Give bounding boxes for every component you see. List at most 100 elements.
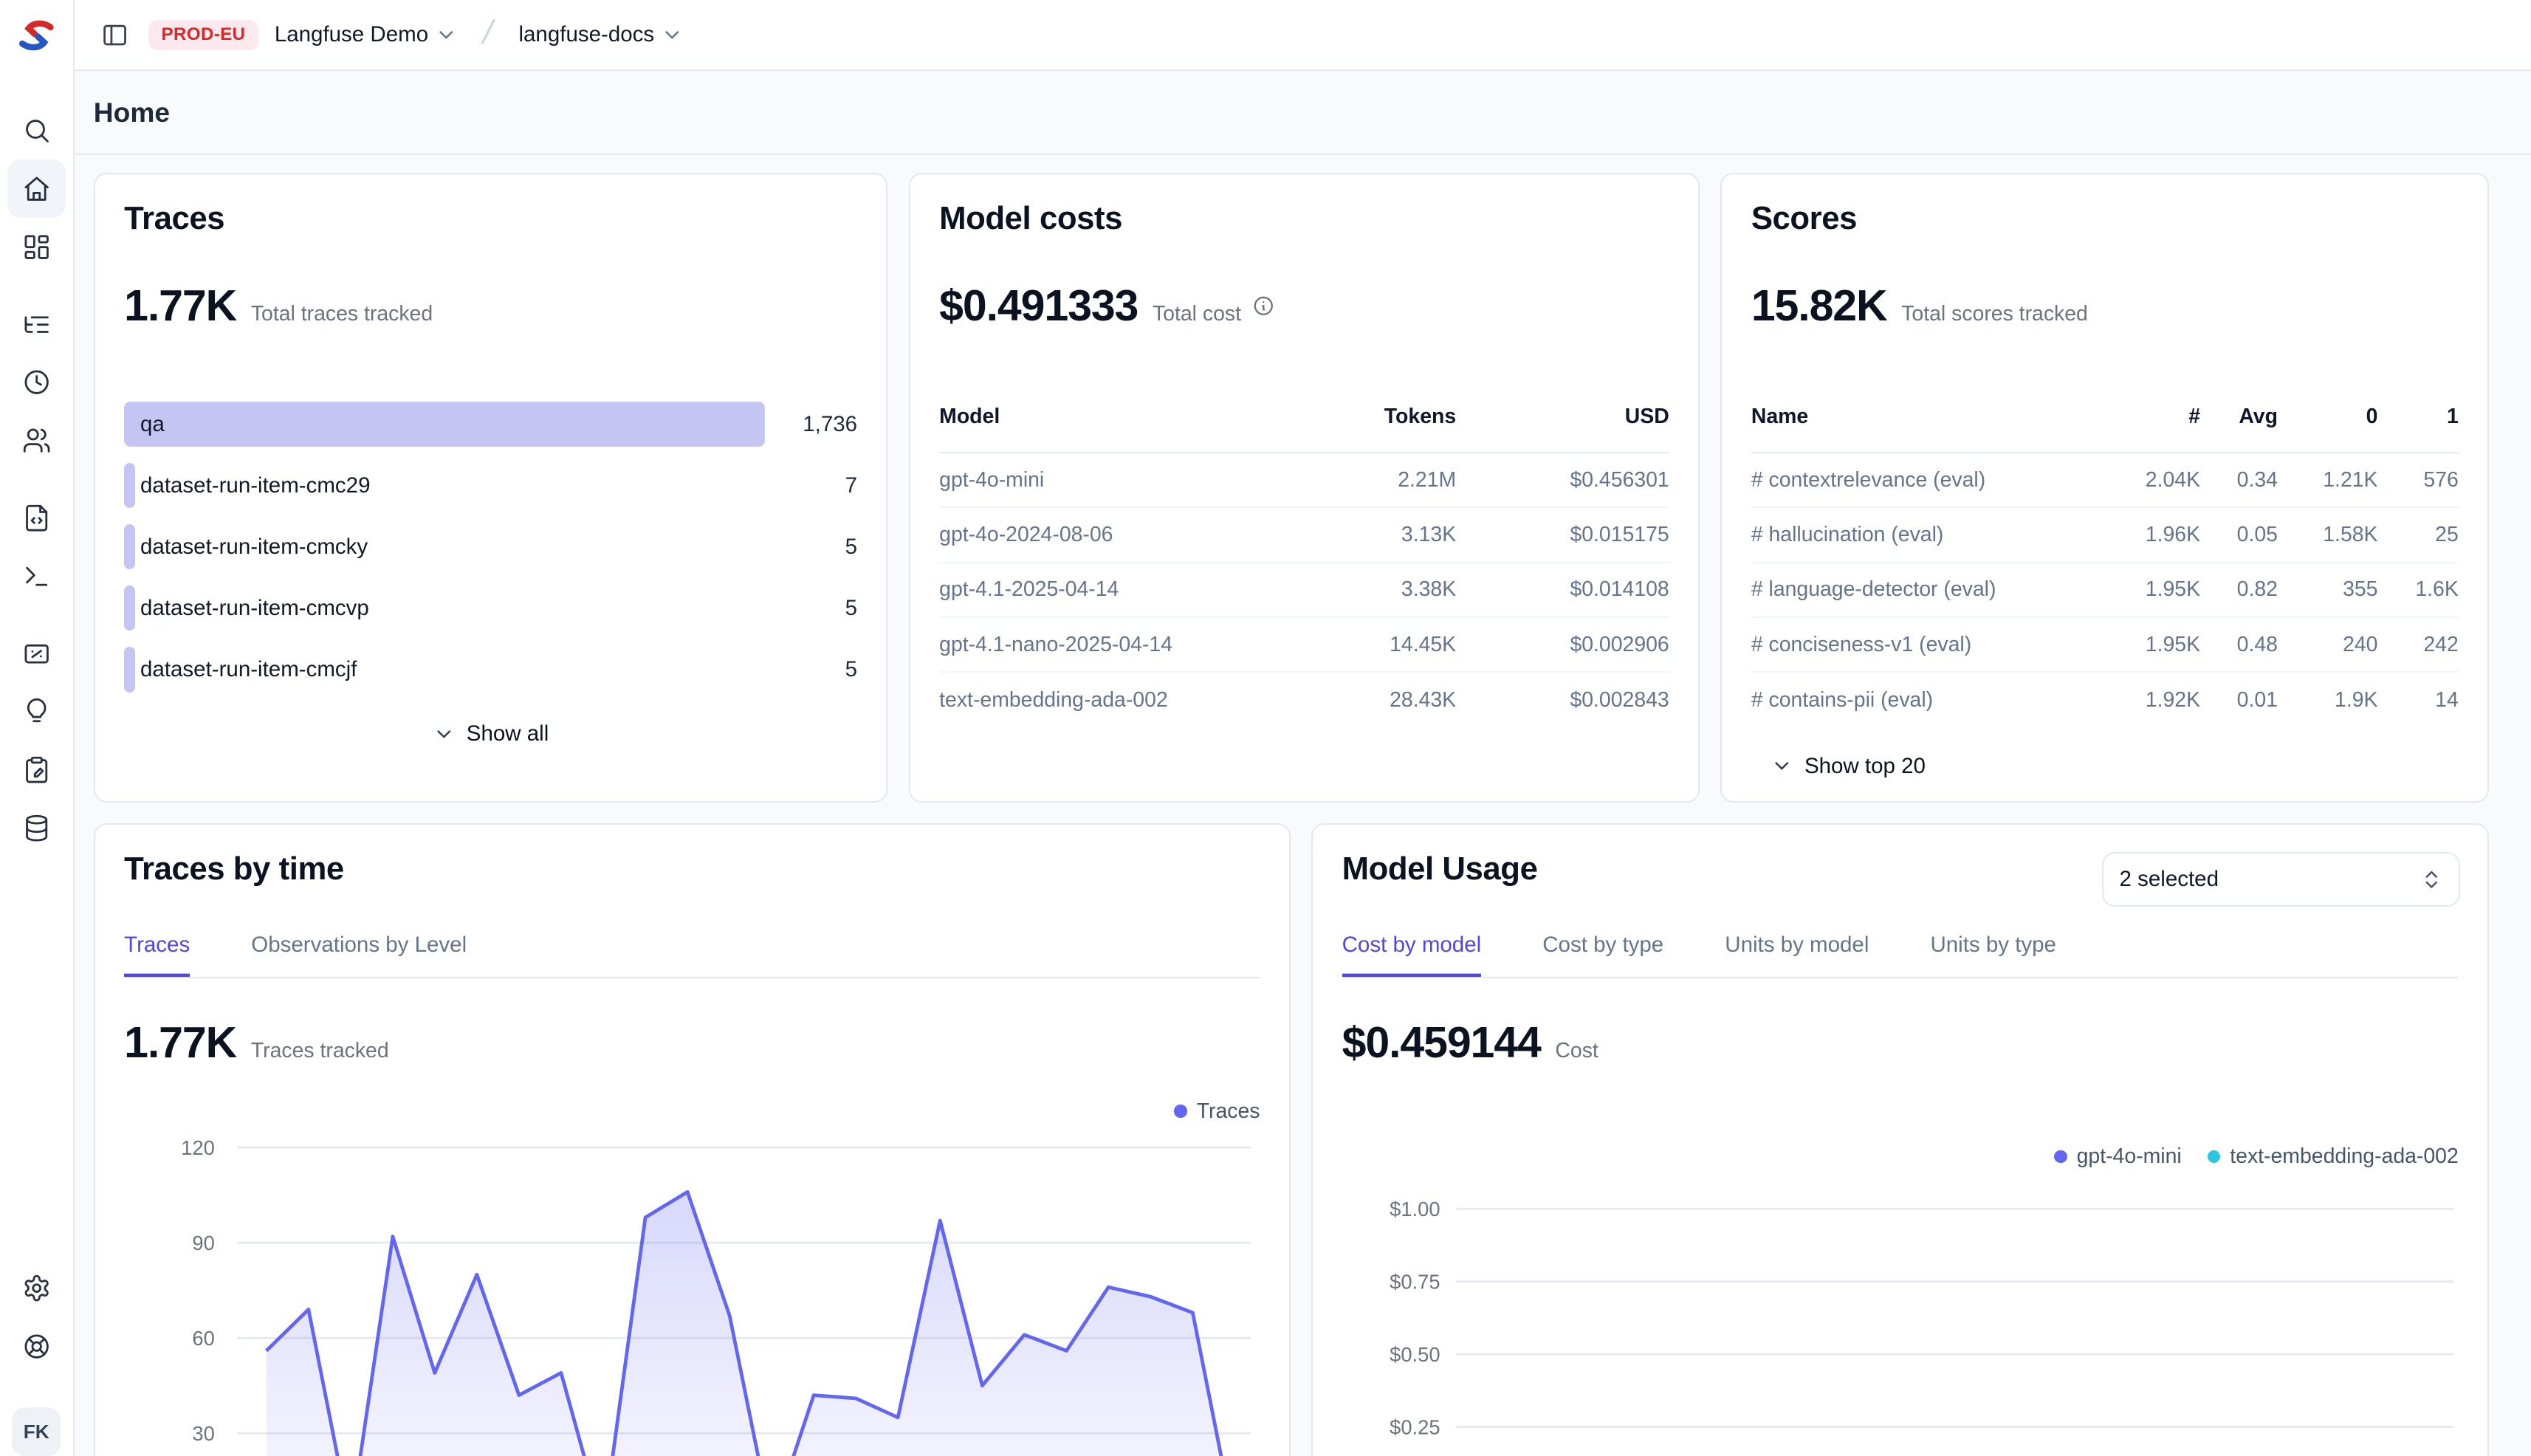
top-header: PROD-EU Langfuse Demo langfuse-docs	[75, 0, 2531, 71]
table-row: # contains-pii (eval)1.92K0.011.9K14	[1751, 673, 2459, 727]
model-usage-chart: $1.00$0.75$0.50$0.25	[1340, 1180, 2470, 1456]
svg-text:$1.00: $1.00	[1390, 1198, 1440, 1220]
content-area: Traces 1.77K Total traces tracked qa1,73…	[75, 155, 2531, 1456]
model-usage-card: Model Usage 2 selected Cost by modelCost…	[1311, 823, 2489, 1456]
trace-bar-row[interactable]: dataset-run-item-cmcky5	[124, 524, 857, 569]
table-row: # conciseness-v1 (eval)1.95K0.48240242	[1751, 618, 2459, 673]
legend-dot-icon	[2054, 1150, 2067, 1163]
scores-card: Scores 15.82K Total scores tracked Name#…	[1720, 173, 2489, 803]
main-column: PROD-EU Langfuse Demo langfuse-docs Home	[75, 0, 2531, 1456]
traces-total: 1.77K	[124, 281, 236, 331]
svg-text:120: 120	[181, 1136, 215, 1159]
traces-card-title: Traces	[124, 200, 857, 237]
sidebar-toggle-icon[interactable]	[97, 17, 132, 52]
environment-badge[interactable]: PROD-EU	[148, 20, 258, 50]
model-select-dropdown[interactable]: 2 selected	[2102, 852, 2460, 907]
column-header: #	[2094, 405, 2200, 429]
trace-bar-row[interactable]: dataset-run-item-cmcjf5	[124, 647, 857, 692]
table-row: text-embedding-ada-00228.43K$0.002843	[939, 673, 1669, 727]
tracing-icon[interactable]	[7, 295, 66, 354]
playground-icon[interactable]	[7, 547, 66, 605]
search-icon[interactable]	[7, 102, 66, 160]
traces-tracked-label: Traces tracked	[251, 1039, 389, 1063]
sessions-icon[interactable]	[7, 354, 66, 412]
tab-cost-by-type[interactable]: Cost by type	[1542, 918, 1663, 977]
model-select-value: 2 selected	[2120, 867, 2420, 892]
breadcrumb-org[interactable]: Langfuse Demo	[275, 22, 458, 47]
trace-bar-row[interactable]: dataset-run-item-cmc297	[124, 463, 857, 508]
table-row: gpt-4o-2024-08-063.13K$0.015175	[939, 508, 1669, 563]
tab-cost-by-model[interactable]: Cost by model	[1342, 918, 1482, 977]
scores-total: 15.82K	[1751, 281, 1887, 331]
show-all-button[interactable]: Show all	[124, 721, 857, 746]
column-header: Name	[1751, 405, 2094, 429]
legend-item: text-embedding-ada-002	[2208, 1144, 2459, 1169]
traces-card: Traces 1.77K Total traces tracked qa1,73…	[94, 173, 888, 803]
traces-by-time-chart: 120 90 60 30	[121, 1128, 1267, 1456]
column-header: USD	[1456, 405, 1669, 429]
table-row: # language-detector (eval)1.95K0.823551.…	[1751, 563, 2459, 618]
svg-text:$0.50: $0.50	[1390, 1343, 1440, 1366]
chevron-down-icon	[435, 24, 458, 47]
sidebar-nav	[7, 102, 66, 857]
org-name: Langfuse Demo	[275, 22, 428, 47]
breadcrumb-project[interactable]: langfuse-docs	[518, 22, 683, 47]
model-costs-card: Model costs $0.491333 Total cost ModelTo…	[909, 173, 1700, 803]
traces-chart-legend: Traces	[1174, 1099, 1260, 1124]
traces-tracked-value: 1.77K	[124, 1017, 236, 1068]
model-costs-title: Model costs	[939, 200, 1669, 237]
column-header: Avg	[2200, 405, 2278, 429]
project-name: langfuse-docs	[518, 22, 654, 47]
trace-bar-row[interactable]: qa1,736	[124, 402, 857, 447]
scores-table: Name#Avg01 # contextrelevance (eval)2.04…	[1751, 405, 2459, 727]
show-top-20-button[interactable]: Show top 20	[1751, 754, 2459, 779]
settings-icon[interactable]	[7, 1259, 66, 1317]
svg-text:90: 90	[192, 1232, 214, 1254]
svg-text:60: 60	[192, 1327, 214, 1350]
sidebar: FK	[0, 0, 75, 1456]
model-costs-total: $0.491333	[939, 281, 1138, 331]
dashboards-icon[interactable]	[7, 218, 66, 276]
sidebar-bottom-nav	[7, 1259, 66, 1375]
annotations-icon[interactable]	[7, 683, 66, 741]
model-usage-tabs: Cost by model Cost by type Units by model U…	[1342, 918, 2459, 978]
traces-by-time-title: Traces by time	[124, 851, 1260, 887]
table-row: gpt-4o-mini2.21M$0.456301	[939, 453, 1669, 508]
chevron-down-icon	[1771, 755, 1793, 777]
home-icon[interactable]	[7, 159, 66, 218]
traces-total-label: Total traces tracked	[251, 302, 433, 326]
page-title-bar: Home	[75, 71, 2531, 155]
scores-title: Scores	[1751, 200, 2459, 237]
svg-text:30: 30	[192, 1422, 214, 1445]
tab-units-by-model[interactable]: Units by model	[1725, 918, 1869, 977]
tab-units-by-type[interactable]: Units by type	[1930, 918, 2056, 977]
legend-item: gpt-4o-mini	[2054, 1144, 2182, 1169]
legend-dot-icon	[1174, 1105, 1186, 1117]
legend-item: Traces	[1174, 1099, 1260, 1124]
info-icon[interactable]	[1252, 295, 1275, 317]
users-icon[interactable]	[7, 411, 66, 470]
chevrons-up-down-icon	[2420, 868, 2443, 891]
datasets-icon[interactable]	[7, 741, 66, 799]
tab-observations-by-level[interactable]: Observations by Level	[251, 918, 467, 977]
traces-by-time-card: Traces by time Traces Observations by Lev…	[94, 823, 1291, 1456]
exports-icon[interactable]	[7, 799, 66, 857]
evaluators-icon[interactable]	[7, 625, 66, 683]
langfuse-logo-icon[interactable]	[9, 8, 63, 63]
model-costs-table: ModelTokensUSD gpt-4o-mini2.21M$0.456301…	[939, 405, 1669, 727]
app-window: FK PROD-EU Langfuse Demo langfuse-docs H…	[0, 0, 2531, 1456]
chevron-down-icon	[661, 24, 684, 47]
chevron-down-icon	[433, 723, 456, 746]
table-row: # hallucination (eval)1.96K0.051.58K25	[1751, 508, 2459, 563]
traces-by-time-tabs: Traces Observations by Level	[124, 918, 1260, 978]
breadcrumb-separator	[473, 17, 502, 52]
prompts-icon[interactable]	[7, 489, 66, 547]
tab-traces[interactable]: Traces	[124, 918, 190, 977]
support-icon[interactable]	[7, 1317, 66, 1376]
trace-bar-row[interactable]: dataset-run-item-cmcvp5	[124, 586, 857, 631]
avatar[interactable]: FK	[12, 1407, 61, 1456]
svg-text:$0.25: $0.25	[1390, 1415, 1440, 1438]
model-costs-total-label: Total cost	[1153, 302, 1241, 326]
model-usage-cost-value: $0.459144	[1342, 1017, 1541, 1068]
column-header: 1	[2377, 405, 2458, 429]
